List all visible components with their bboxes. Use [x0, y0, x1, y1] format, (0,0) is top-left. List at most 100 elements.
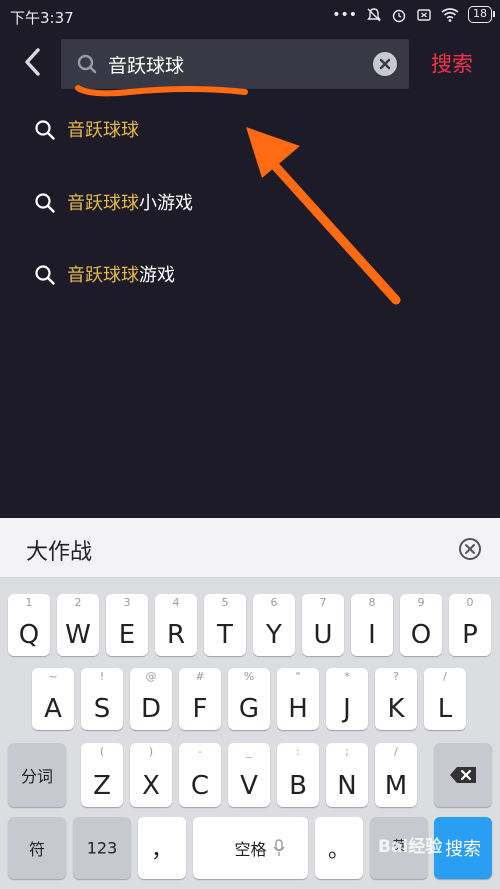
status-time: 下午3:37 — [10, 9, 74, 27]
key-secondary-char: / — [394, 745, 398, 758]
status-icons: ••• 18 — [332, 6, 495, 23]
suggestion-label: 音跃球球 — [67, 116, 139, 142]
backspace-key[interactable] — [434, 743, 492, 807]
key-secondary-char: 5 — [221, 596, 229, 609]
search-icon — [35, 120, 55, 140]
key-y[interactable]: 6Y — [253, 594, 295, 656]
key-c[interactable]: -C — [179, 743, 221, 807]
key-t[interactable]: 5T — [204, 594, 246, 656]
number-key[interactable]: 123 — [73, 817, 131, 879]
key-letter: M — [384, 771, 408, 801]
battery-icon: 18 — [468, 6, 495, 23]
suggestion-highlight: 音跃球球 — [67, 265, 139, 286]
key-secondary-char: 2 — [74, 596, 82, 609]
key-x[interactable]: ) X — [130, 743, 172, 807]
backspace-icon — [450, 767, 476, 783]
key-letter: E — [118, 620, 136, 650]
go-search-key[interactable]: 搜索 — [434, 817, 492, 879]
key-n[interactable]: ; N — [326, 743, 368, 807]
key-m[interactable]: / M — [375, 743, 417, 807]
period-key[interactable]: 。 — [315, 817, 363, 879]
key-letter: Z — [93, 771, 111, 801]
suggestion-item[interactable]: 音跃球球游戏 — [0, 251, 500, 301]
suggestion-item[interactable]: 音跃球球 — [0, 106, 500, 156]
key-secondary-char: 8 — [368, 596, 376, 609]
key-letter: Y — [266, 620, 282, 650]
key-v[interactable]: _ V — [228, 743, 270, 807]
key-letter: U — [313, 620, 333, 650]
key-letter: G — [238, 694, 260, 724]
candidate-word[interactable]: 大作战 — [26, 534, 92, 566]
suggestion-rest: 游戏 — [139, 265, 175, 286]
key-letter: R — [166, 620, 186, 650]
symbol-key-label: 符 — [28, 840, 45, 859]
suggestion-rest: 小游戏 — [139, 193, 193, 214]
key-letter: N — [337, 771, 357, 801]
key-a[interactable]: ~ A — [32, 668, 74, 730]
key-letter: D — [140, 694, 162, 724]
key-letter: I — [368, 620, 376, 650]
key-k[interactable]: ? K — [375, 668, 417, 730]
suggestion-highlight: 音跃球球 — [67, 120, 139, 141]
segment-key[interactable]: 分词 — [8, 743, 66, 807]
watermark-text: Bai经验 — [378, 837, 443, 857]
key-secondary-char: : — [296, 745, 300, 758]
key-letter: L — [437, 694, 453, 724]
clear-search-icon[interactable] — [373, 52, 397, 76]
search-input[interactable]: 音跃球球 — [61, 39, 409, 89]
search-button[interactable]: 搜索 — [431, 48, 473, 78]
key-secondary-char: 0 — [466, 596, 474, 609]
key-secondary-char: 4 — [172, 596, 180, 609]
symbol-key[interactable]: 符 — [8, 817, 66, 879]
key-q[interactable]: 1Q — [8, 594, 50, 656]
key-letter: X — [142, 771, 160, 801]
key-u[interactable]: 7U — [302, 594, 344, 656]
key-letter: Q — [18, 620, 40, 650]
key-secondary-char: ! — [99, 670, 105, 683]
comma-key[interactable]: ， — [138, 817, 186, 879]
key-letter: O — [410, 620, 432, 650]
key-s[interactable]: ! S — [81, 668, 123, 730]
space-key[interactable]: 空格 — [193, 817, 308, 879]
key-l[interactable]: / L — [424, 668, 466, 730]
key-letter: H — [288, 694, 308, 724]
key-z[interactable]: (Z — [81, 743, 123, 807]
key-d[interactable]: @ D — [130, 668, 172, 730]
key-o[interactable]: 9O — [400, 594, 442, 656]
key-g[interactable]: % G — [228, 668, 270, 730]
key-secondary-char: / — [443, 670, 447, 683]
close-circle-icon[interactable] — [458, 537, 482, 561]
key-secondary-char: % — [243, 670, 255, 683]
search-icon — [35, 193, 55, 213]
key-b[interactable]: :B — [277, 743, 319, 807]
segment-key-label: 分词 — [20, 767, 53, 786]
key-r[interactable]: 4R — [155, 594, 197, 656]
key-e[interactable]: 3E — [106, 594, 148, 656]
key-h[interactable]: " H — [277, 668, 319, 730]
number-key-label: 123 — [86, 838, 118, 858]
back-chevron-icon[interactable] — [18, 44, 48, 80]
key-letter: V — [240, 771, 258, 801]
suggestion-label: 音跃球球游戏 — [67, 261, 175, 287]
key-p[interactable]: 0P — [449, 594, 491, 656]
key-secondary-char: " — [295, 670, 301, 683]
search-icon — [35, 265, 55, 285]
period-key-label: 。 — [327, 838, 350, 863]
alarm-icon — [392, 9, 406, 22]
microphone-icon — [273, 839, 285, 856]
key-i[interactable]: 8I — [351, 594, 393, 656]
key-letter: F — [192, 694, 208, 724]
key-w[interactable]: 2W — [57, 594, 99, 656]
key-j[interactable]: * J — [326, 668, 368, 730]
key-f[interactable]: # F — [179, 668, 221, 730]
key-secondary-char: - — [198, 745, 202, 758]
key-letter: K — [387, 694, 405, 724]
wifi-icon — [441, 7, 459, 22]
key-letter: W — [65, 620, 91, 650]
status-bar: 下午3:37 ••• 18 — [0, 0, 500, 34]
key-secondary-char: 9 — [417, 596, 425, 609]
key-secondary-char: _ — [246, 745, 252, 758]
suggestion-item[interactable]: 音跃球球小游戏 — [0, 179, 500, 229]
key-secondary-char: ( — [99, 745, 105, 758]
key-secondary-char: ) — [148, 745, 154, 758]
